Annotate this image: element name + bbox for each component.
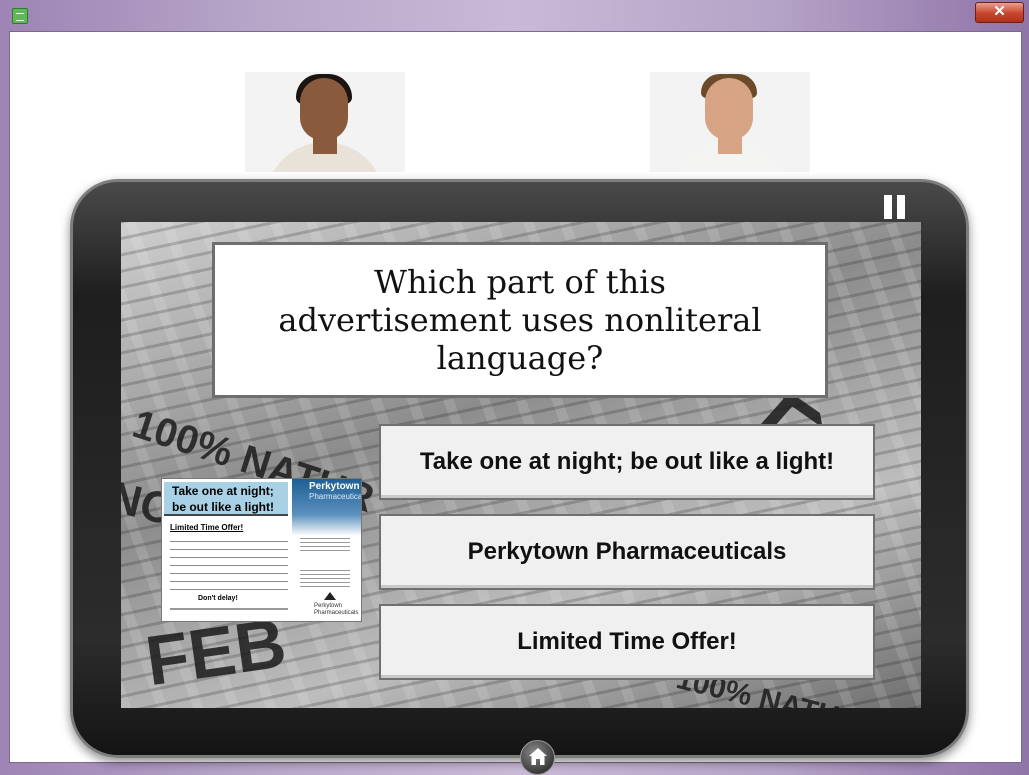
ad-contact — [300, 567, 350, 587]
app-window: 100% NATUR NO TAKE FEB 100% NATU Which p… — [9, 31, 1022, 775]
question-text: Which part of this advertisement uses no… — [278, 263, 762, 377]
female-avatar — [245, 72, 405, 172]
answer-label: Limited Time Offer! — [517, 628, 737, 655]
male-avatar — [650, 72, 810, 172]
app-icon — [12, 8, 28, 24]
ad-sidebar: Perkytown Pharmaceuticals Perkytown Phar… — [292, 479, 361, 621]
advertisement-image: Take one at night; be out like a light! … — [161, 478, 362, 622]
tablet-frame: 100% NATUR NO TAKE FEB 100% NATU Which p… — [70, 179, 969, 775]
ad-brand-subtitle: Pharmaceuticals — [309, 492, 362, 501]
pause-button[interactable] — [884, 195, 906, 219]
pause-icon — [884, 195, 892, 219]
ad-fine-print — [170, 608, 288, 610]
ad-offer: Limited Time Offer! — [170, 523, 244, 532]
ad-address — [300, 535, 350, 553]
game-screen: 100% NATUR NO TAKE FEB 100% NATU Which p… — [121, 222, 921, 708]
home-icon — [529, 748, 547, 765]
ad-brand-name: Perkytown — [309, 481, 360, 492]
question-box: Which part of this advertisement uses no… — [212, 242, 828, 398]
answer-button-2[interactable]: Perkytown Pharmaceuticals — [379, 514, 875, 590]
ad-logo-text: Perkytown Pharmaceuticals — [314, 603, 359, 616]
answer-button-1[interactable]: Take one at night; be out like a light! — [379, 424, 875, 500]
close-button[interactable]: ✕ — [975, 2, 1024, 23]
ad-cta: Don't delay! — [198, 595, 238, 602]
answer-label: Perkytown Pharmaceuticals — [467, 538, 787, 565]
home-button[interactable] — [520, 740, 555, 775]
ad-headline: Take one at night; be out like a light! — [164, 482, 288, 516]
company-logo-icon — [324, 592, 336, 600]
ad-body-text — [170, 537, 288, 597]
answer-label: Take one at night; be out like a light! — [419, 448, 835, 475]
answer-button-3[interactable]: Limited Time Offer! — [379, 604, 875, 680]
